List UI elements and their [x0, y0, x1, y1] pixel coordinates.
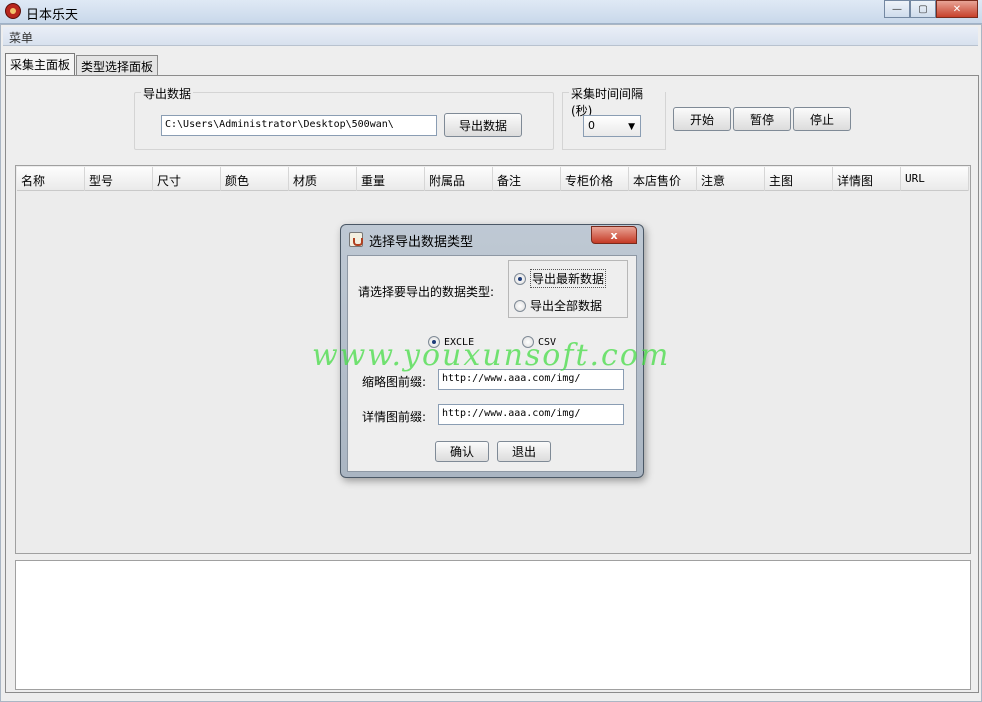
column-header[interactable]: 本店售价 — [629, 167, 697, 191]
column-header[interactable]: URL — [901, 167, 969, 191]
app-logo-icon — [5, 3, 21, 19]
title-bar: 日本乐天 — ▢ ✕ — [0, 0, 982, 24]
radio-format-excle[interactable]: EXCLE — [428, 336, 474, 348]
minimize-button[interactable]: — — [884, 0, 910, 18]
interval-select[interactable]: 0 ▼ — [583, 115, 641, 137]
dialog-body: 请选择要导出的数据类型: 导出最新数据 导出全部数据 EXCLE CSV 缩略图… — [347, 255, 637, 472]
stop-button[interactable]: 停止 — [793, 107, 851, 131]
interval-group-title: 采集时间间隔(秒) — [569, 85, 665, 119]
radio-selected-icon — [428, 336, 440, 348]
log-textarea[interactable] — [15, 560, 971, 690]
detail-prefix-input[interactable]: http://www.aaa.com/img/ — [438, 404, 624, 425]
dialog-close-button[interactable]: x — [591, 226, 637, 244]
thumb-prefix-label: 缩略图前缀: — [362, 375, 427, 389]
menu-bar: 菜单 — [3, 27, 978, 46]
start-button[interactable]: 开始 — [673, 107, 731, 131]
tab-type-select-panel[interactable]: 类型选择面板 — [76, 55, 159, 75]
export-type-dialog: 选择导出数据类型 x 请选择要导出的数据类型: 导出最新数据 导出全部数据 EX… — [340, 224, 644, 478]
window-controls: — ▢ ✕ — [884, 0, 978, 18]
close-window-button[interactable]: ✕ — [936, 0, 978, 18]
java-cup-icon — [349, 232, 363, 247]
column-header[interactable]: 详情图 — [833, 167, 901, 191]
exit-button[interactable]: 退出 — [497, 441, 551, 462]
export-type-prompt: 请选择要导出的数据类型: — [358, 285, 495, 299]
export-data-button[interactable]: 导出数据 — [444, 113, 522, 137]
dialog-title: 选择导出数据类型 — [369, 235, 474, 250]
tab-main-panel[interactable]: 采集主面板 — [5, 53, 76, 76]
column-header[interactable]: 名称 — [17, 167, 85, 191]
maximize-button[interactable]: ▢ — [910, 0, 936, 18]
radio-csv-label: CSV — [538, 336, 557, 348]
export-type-radio-group: 导出最新数据 导出全部数据 — [508, 260, 628, 318]
chevron-down-icon: ▼ — [628, 122, 635, 132]
column-header[interactable]: 尺寸 — [153, 167, 221, 191]
column-header[interactable]: 专柜价格 — [561, 167, 629, 191]
pause-button[interactable]: 暂停 — [733, 107, 791, 131]
radio-unselected-icon — [522, 336, 534, 348]
radio-all-label: 导出全部数据 — [530, 299, 603, 313]
radio-excle-label: EXCLE — [444, 336, 475, 348]
window-title: 日本乐天 — [26, 8, 79, 23]
column-header[interactable]: 材质 — [289, 167, 357, 191]
export-path-input[interactable]: C:\Users\Administrator\Desktop\500wan\ — [161, 115, 437, 136]
column-header[interactable]: 备注 — [493, 167, 561, 191]
tab-strip: 采集主面板 类型选择面板 — [5, 53, 159, 76]
radio-format-csv[interactable]: CSV — [522, 336, 556, 348]
column-header[interactable]: 附属品 — [425, 167, 493, 191]
radio-selected-icon — [514, 272, 526, 285]
table-header: 名称 型号 尺寸 颜色 材质 重量 附属品 备注 专柜价格 本店售价 注意 主图… — [17, 167, 969, 191]
radio-unselected-icon — [514, 299, 526, 312]
thumb-prefix-input[interactable]: http://www.aaa.com/img/ — [438, 369, 624, 390]
column-header[interactable]: 主图 — [765, 167, 833, 191]
export-group: 导出数据 C:\Users\Administrator\Desktop\500w… — [134, 85, 554, 150]
radio-latest-data[interactable]: 导出最新数据 — [514, 269, 607, 288]
column-header[interactable]: 重量 — [357, 167, 425, 191]
menu-item[interactable]: 菜单 — [9, 31, 33, 45]
column-header[interactable]: 注意 — [697, 167, 765, 191]
radio-all-data[interactable]: 导出全部数据 — [514, 297, 602, 314]
export-group-title: 导出数据 — [141, 85, 194, 102]
column-header[interactable]: 型号 — [85, 167, 153, 191]
interval-group: 采集时间间隔(秒) 0 ▼ — [562, 85, 666, 150]
radio-latest-label: 导出最新数据 — [530, 269, 607, 288]
detail-prefix-label: 详情图前缀: — [362, 410, 427, 424]
confirm-button[interactable]: 确认 — [435, 441, 489, 462]
interval-value: 0 — [588, 119, 595, 132]
column-header[interactable]: 颜色 — [221, 167, 289, 191]
